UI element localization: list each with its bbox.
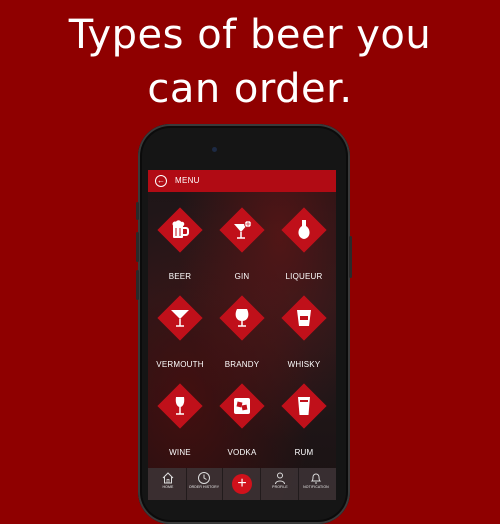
category-label: WINE — [169, 448, 191, 457]
beer-mug-icon — [172, 220, 189, 238]
app-header: ← MENU — [148, 170, 336, 192]
category-beer[interactable]: BEER — [148, 207, 208, 286]
menu-title: MENU — [175, 176, 200, 185]
wine-glass-icon — [175, 397, 185, 415]
plus-icon[interactable]: + — [232, 474, 252, 494]
category-label: VERMOUTH — [156, 360, 204, 369]
category-label: WHISKY — [287, 360, 321, 369]
category-label: GIN — [234, 272, 250, 281]
brandy-snifter-icon — [235, 309, 249, 327]
phone-mute-switch — [136, 202, 139, 220]
category-label: VODKA — [227, 448, 257, 457]
category-whisky[interactable]: WHISKY — [272, 295, 332, 374]
back-arrow-icon[interactable]: ← — [155, 175, 167, 187]
nav-order-history[interactable]: ORDER HISTORY — [186, 468, 223, 500]
phone-power-button — [349, 236, 352, 278]
headline-line-2: can order. — [147, 66, 353, 112]
phone-volume-down — [136, 270, 139, 300]
app-screen: ← MENU BEER GIN LIQUEUR VERMOUTH BRANDY … — [148, 170, 336, 500]
category-gin[interactable]: GIN — [210, 207, 270, 286]
headline-line-1: Types of beer you — [68, 12, 432, 58]
person-icon — [275, 472, 285, 485]
category-wine[interactable]: WINE — [148, 383, 208, 462]
rum-glass-icon — [298, 397, 310, 415]
liqueur-bottle-icon — [298, 220, 310, 239]
category-label: RUM — [294, 448, 314, 457]
nav-label: ORDER HISTORY — [188, 485, 220, 489]
category-brandy[interactable]: BRANDY — [210, 295, 270, 374]
bottom-navigation: HOME ORDER HISTORY + PROFILE NOTIFICATIO — [148, 468, 336, 500]
category-label: LIQUEUR — [285, 272, 323, 281]
category-label: BRANDY — [224, 360, 260, 369]
nav-add: + — [224, 468, 261, 500]
phone-volume-up — [136, 232, 139, 262]
nav-label: HOME — [162, 485, 174, 489]
home-icon — [162, 472, 174, 484]
front-camera — [212, 147, 217, 152]
category-vermouth[interactable]: VERMOUTH — [148, 295, 208, 374]
vodka-glass-icon — [234, 398, 250, 414]
nav-profile[interactable]: PROFILE — [262, 468, 299, 500]
martini-glass-icon — [171, 310, 189, 327]
bell-icon — [310, 473, 322, 484]
category-vodka[interactable]: VODKA — [210, 383, 270, 462]
clock-icon — [198, 472, 210, 484]
headline: Types of beer you can order. — [0, 8, 500, 116]
whisky-glass-icon — [297, 310, 311, 326]
category-label: BEER — [168, 272, 192, 281]
nav-label: PROFILE — [272, 485, 288, 489]
category-liqueur[interactable]: LIQUEUR — [272, 207, 332, 286]
nav-label: NOTIFICATION — [303, 485, 329, 489]
nav-notification[interactable]: NOTIFICATION — [298, 468, 334, 500]
nav-home[interactable]: HOME — [150, 468, 187, 500]
category-rum[interactable]: RUM — [272, 383, 332, 462]
cocktail-glass-icon — [234, 220, 252, 239]
